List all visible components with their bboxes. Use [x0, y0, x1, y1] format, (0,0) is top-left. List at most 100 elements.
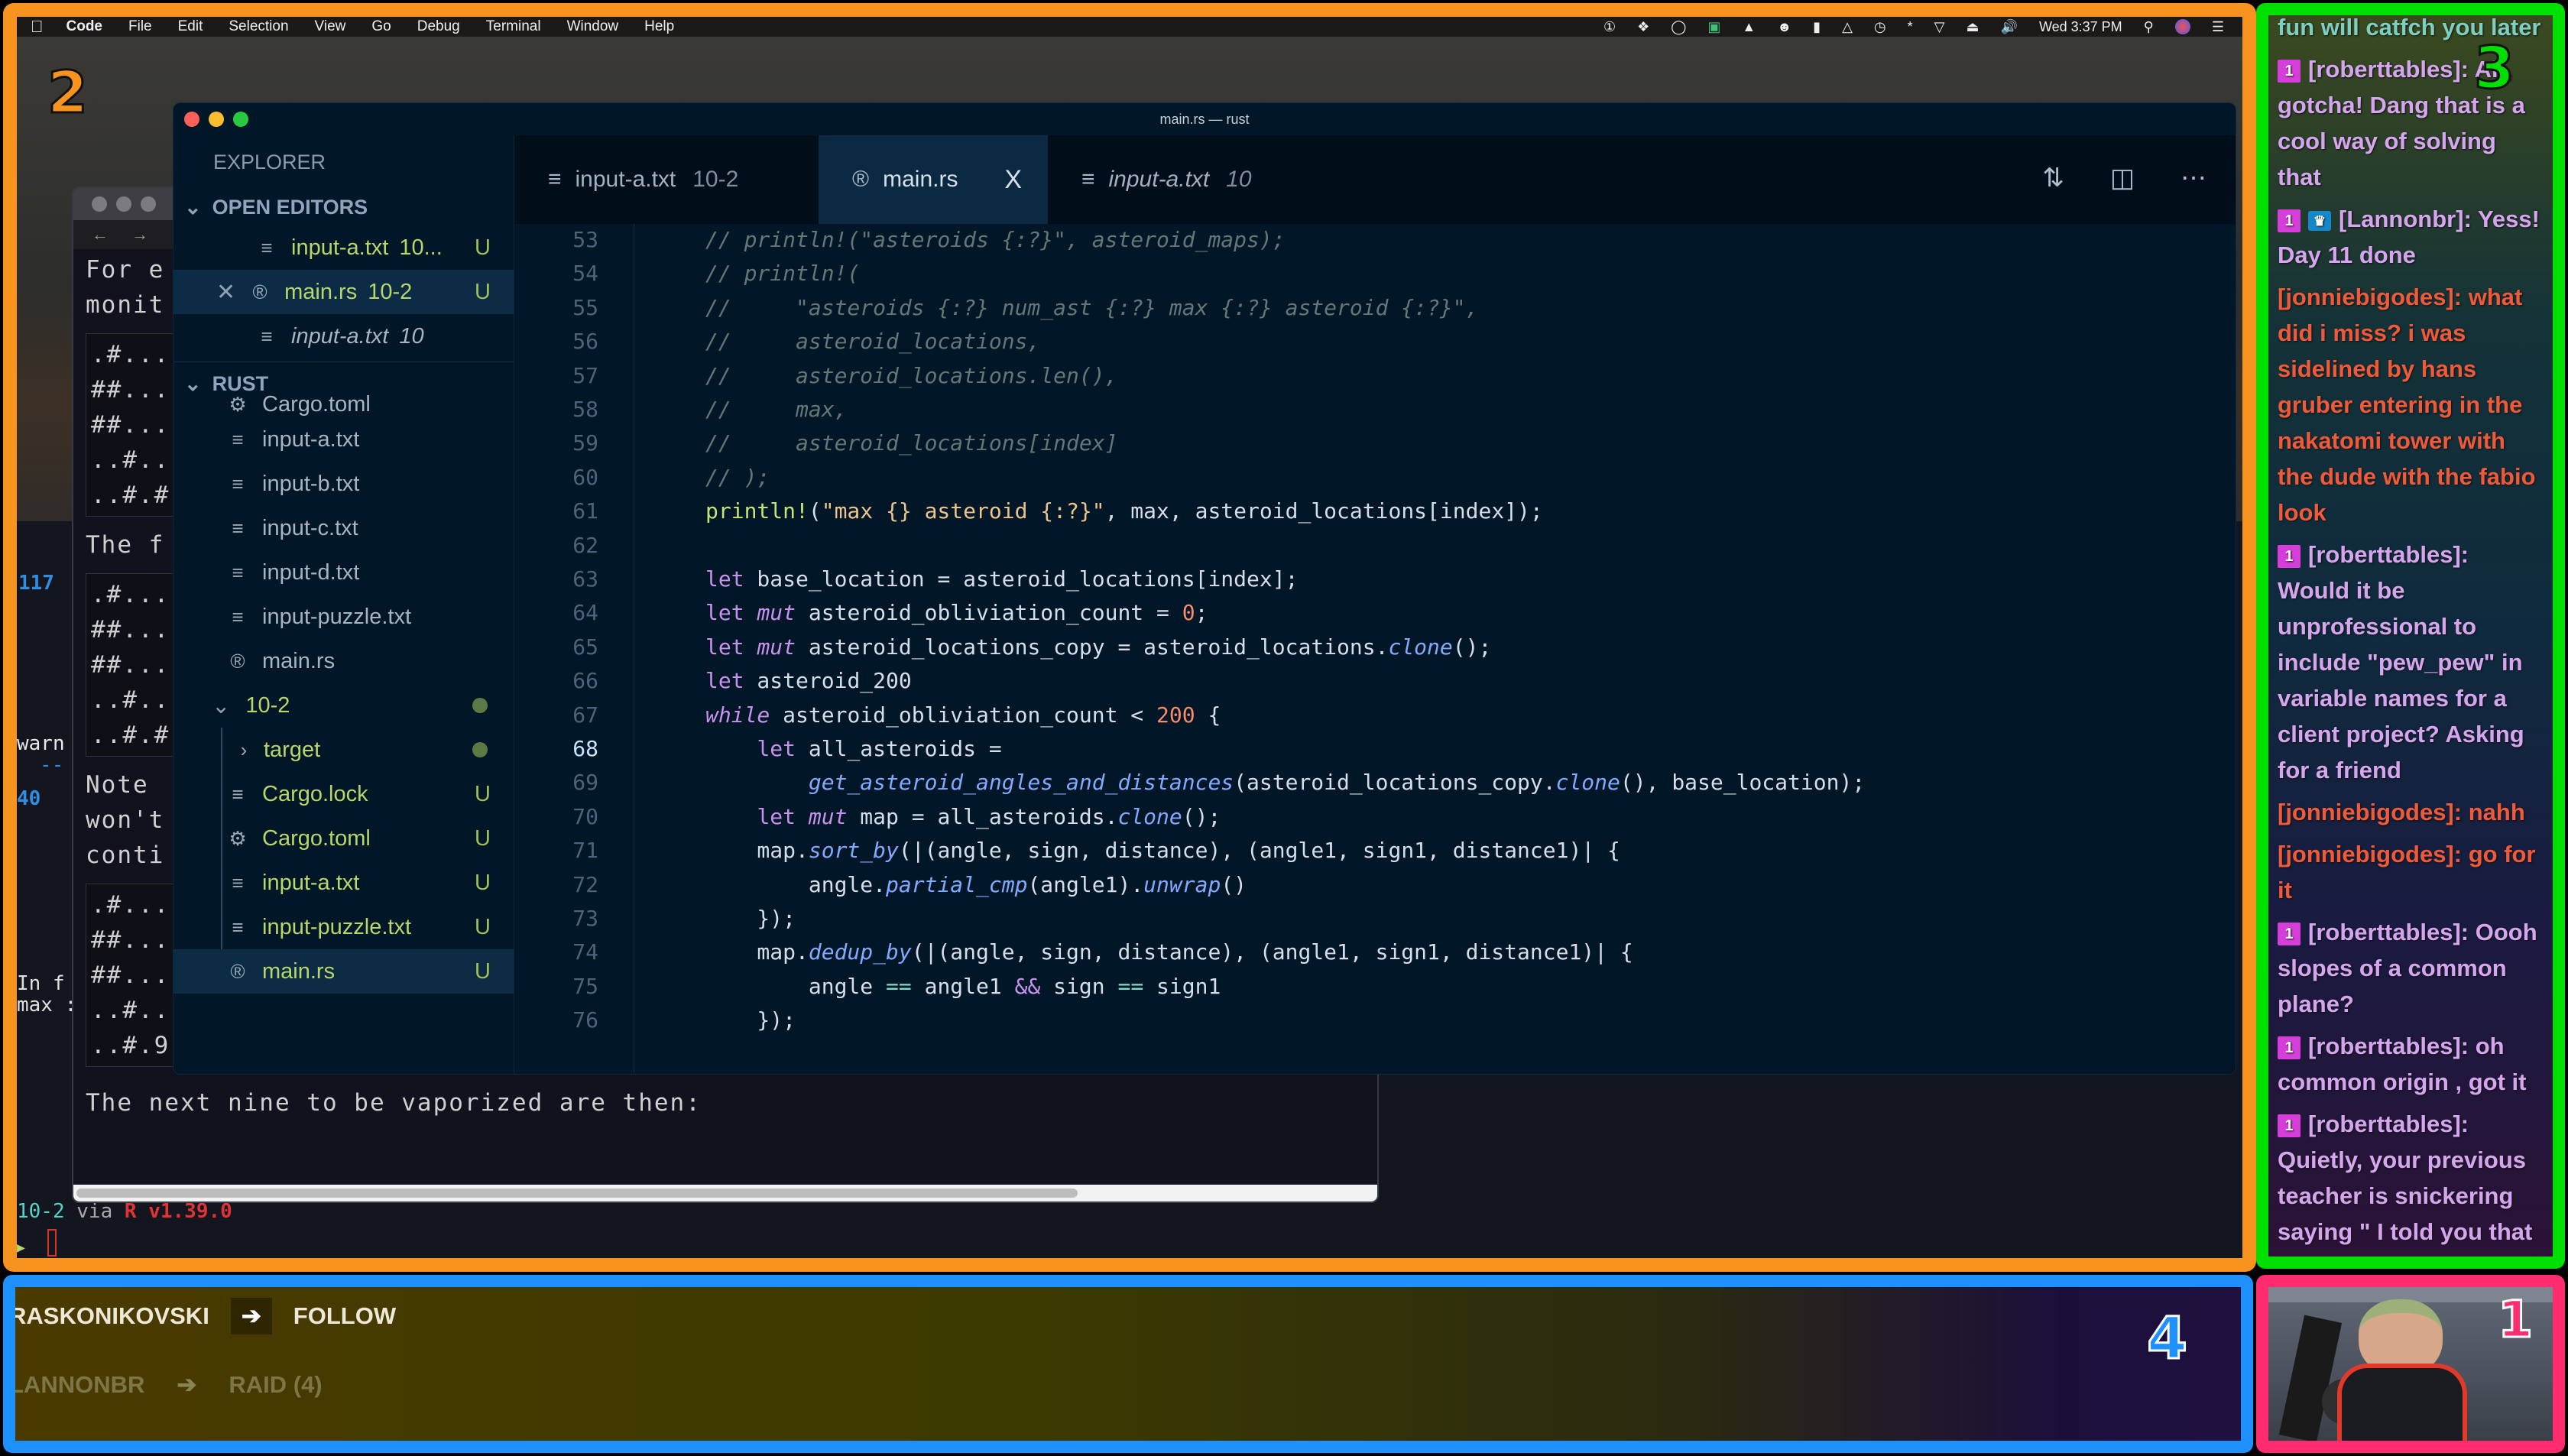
1password-icon[interactable]: ① [1603, 19, 1616, 35]
folder-10-2[interactable]: ⌄ 10-2 [173, 683, 514, 728]
wifi-icon[interactable]: ▽ [1934, 19, 1945, 35]
tree-item[interactable]: ≡ input-a.txt [173, 417, 514, 462]
tree-item[interactable]: ≡ input-b.txt [173, 462, 514, 506]
menu-edit[interactable]: Edit [178, 18, 203, 35]
code-line[interactable]: // asteroid_locations, [705, 329, 1040, 354]
code-line[interactable]: // asteroid_locations.len(), [705, 363, 1117, 388]
chat-message: 1 [roberttables]: Quietly, your previous … [2278, 1106, 2545, 1257]
code-line[interactable]: map.sort_by(|(angle, sign, distance), (a… [705, 838, 1620, 863]
vscode-window[interactable]: main.rs — rust EXPLORER ⌄ OPEN EDITORS ≡… [173, 102, 2236, 1075]
chat-username[interactable]: [roberttables]: [2308, 541, 2469, 568]
code-line[interactable]: }); [705, 906, 796, 931]
code-line[interactable]: get_asteroid_angles_and_distances(astero… [705, 770, 1865, 795]
vscode-titlebar: main.rs — rust [173, 103, 2236, 135]
code-line[interactable]: angle.partial_cmp(angle1).unwrap() [705, 872, 1247, 897]
more-actions-icon[interactable]: ⋯ [2181, 163, 2206, 193]
bartender-icon[interactable]: ▮ [1813, 19, 1821, 35]
tree-item[interactable]: ≡ input-d.txt [173, 550, 514, 595]
search-icon[interactable]: ⚲ [2144, 19, 2154, 35]
terminal-cursor[interactable] [47, 1229, 57, 1257]
screenshot-icon[interactable]: ▣ [1707, 19, 1720, 35]
code-line[interactable]: let mut asteroid_obliviation_count = 0; [705, 600, 1208, 625]
forward-arrow-icon[interactable]: → [131, 225, 148, 245]
code-line[interactable]: // println!( [705, 261, 860, 286]
code-line[interactable]: let base_location = asteroid_locations[i… [705, 566, 1298, 592]
tab-input-a-10[interactable]: ≡ input-a.txt 10 [1048, 135, 1300, 224]
code-line[interactable]: let asteroid_200 [705, 668, 912, 693]
menu-terminal[interactable]: Terminal [486, 18, 541, 35]
alfred-icon[interactable]: ☻ [1777, 19, 1791, 35]
code-line[interactable]: let mut asteroid_locations_copy = astero… [705, 634, 1491, 660]
chat-username[interactable]: [jonniebigodes]: [2278, 841, 2469, 867]
tree-item[interactable]: ≡ input-a.txt U [173, 861, 514, 905]
tree-item[interactable]: ≡ Cargo.lock U [173, 772, 514, 816]
founder-badge-icon: 1 [2278, 209, 2300, 232]
code-line[interactable]: // max, [705, 397, 847, 422]
code-editor[interactable]: 53 // println!("asteroids {:?}", asteroid… [514, 224, 2236, 1074]
tree-item[interactable]: ≡ input-puzzle.txt [173, 595, 514, 639]
chat-username[interactable]: [roberttables]: [2308, 919, 2476, 945]
tree-item[interactable]: ® main.rs [173, 639, 514, 683]
compare-changes-icon[interactable]: ⇅ [2042, 163, 2064, 193]
close-icon[interactable]: ✕ [216, 279, 235, 306]
menu-window[interactable]: Window [567, 18, 619, 35]
horizontal-scrollbar[interactable] [73, 1185, 1377, 1201]
alert-item: RASKONIKOVSKI ➔ FOLLOW [15, 1298, 396, 1334]
code-line[interactable]: map.dedup_by(|(angle, sign, distance), (… [705, 939, 1633, 965]
close-tab-button[interactable]: X [1004, 165, 1022, 195]
open-editors-header[interactable]: ⌄ OPEN EDITORS [173, 189, 514, 225]
webcam-panel: 1 [2256, 1275, 2565, 1453]
code-line[interactable]: let mut map = all_asteroids.clone(); [705, 804, 1221, 829]
menu-view[interactable]: View [315, 18, 346, 35]
code-line[interactable]: // println!("asteroids {:?}", asteroid_m… [705, 227, 1286, 252]
split-editor-icon[interactable]: ◫ [2110, 163, 2135, 193]
menu-debug[interactable]: Debug [417, 18, 460, 35]
code-line[interactable]: // asteroid_locations[index] [705, 430, 1117, 456]
menubar-clock[interactable]: Wed 3:37 PM [2039, 19, 2122, 35]
tree-item[interactable]: › target [173, 728, 514, 772]
time-machine-icon[interactable]: ◷ [1874, 19, 1886, 35]
code-line[interactable]: angle == angle1 && sign == sign1 [705, 974, 1221, 999]
circle-icon[interactable]: ◯ [1671, 19, 1686, 35]
notification-icon[interactable]: ▲ [1742, 19, 1756, 35]
tree-item[interactable]: ≡ input-c.txt [173, 506, 514, 550]
chat-username[interactable]: [jonniebigodes]: [2278, 284, 2469, 310]
code-line[interactable]: }); [705, 1007, 796, 1033]
siri-icon[interactable] [2174, 19, 2190, 34]
menu-go[interactable]: Go [371, 18, 391, 35]
apple-icon[interactable]:  [31, 17, 44, 37]
volume-icon[interactable]: 🔊 [2001, 19, 2018, 35]
code-line[interactable]: // ); [705, 465, 770, 490]
code-line[interactable]: println!("max {} asteroid {:?}", max, as… [705, 498, 1543, 524]
bluetooth-icon[interactable]: * [1908, 19, 1913, 35]
chat-username[interactable]: [Lannonbr]: [2339, 206, 2478, 232]
line-number: 53 [572, 227, 598, 252]
open-editor-item[interactable]: ≡ input-a.txt 10... U [173, 225, 514, 270]
eject-icon[interactable]: ⏏ [1967, 19, 1979, 35]
tree-item[interactable]: ® main.rs U [173, 949, 514, 994]
chat-username[interactable]: [jonniebigodes]: [2278, 799, 2469, 825]
open-editor-item[interactable]: ≡ input-a.txt 10 [173, 314, 514, 358]
airplay-icon[interactable]: △ [1842, 19, 1853, 35]
tree-item[interactable]: ≡ input-puzzle.txt U [173, 905, 514, 949]
tree-item[interactable]: ⚙ Cargo.toml [173, 394, 514, 417]
chat-username[interactable]: [roberttables]: [2308, 1033, 2476, 1059]
menu-help[interactable]: Help [644, 18, 674, 35]
code-line[interactable]: while asteroid_obliviation_count < 200 { [705, 702, 1221, 728]
menu-selection[interactable]: Selection [229, 18, 288, 35]
open-editor-item[interactable]: ✕ ® main.rs 10-2 U [173, 270, 514, 314]
file-name: Cargo.toml [262, 394, 371, 417]
tab-input-a-10-2[interactable]: ≡ input-a.txt 10-2 [514, 135, 819, 224]
menu-code[interactable]: Code [66, 18, 103, 35]
tree-item[interactable]: ⚙ Cargo.toml U [173, 816, 514, 861]
dropbox-icon[interactable]: ❖ [1637, 19, 1649, 35]
menu-file[interactable]: File [128, 18, 152, 35]
list-icon[interactable]: ☰ [2212, 19, 2224, 35]
chat-username[interactable]: [roberttables]: [2308, 56, 2475, 83]
back-arrow-icon[interactable]: ← [92, 225, 109, 245]
scrollbar-thumb[interactable] [76, 1188, 1078, 1198]
tab-main-rs[interactable]: ® main.rs X [819, 135, 1048, 224]
code-line[interactable]: // "asteroids {:?} num_ast {:?} max {:?}… [705, 295, 1478, 320]
chat-username[interactable]: [roberttables]: [2308, 1111, 2469, 1137]
code-line[interactable]: let all_asteroids = [705, 736, 1001, 761]
